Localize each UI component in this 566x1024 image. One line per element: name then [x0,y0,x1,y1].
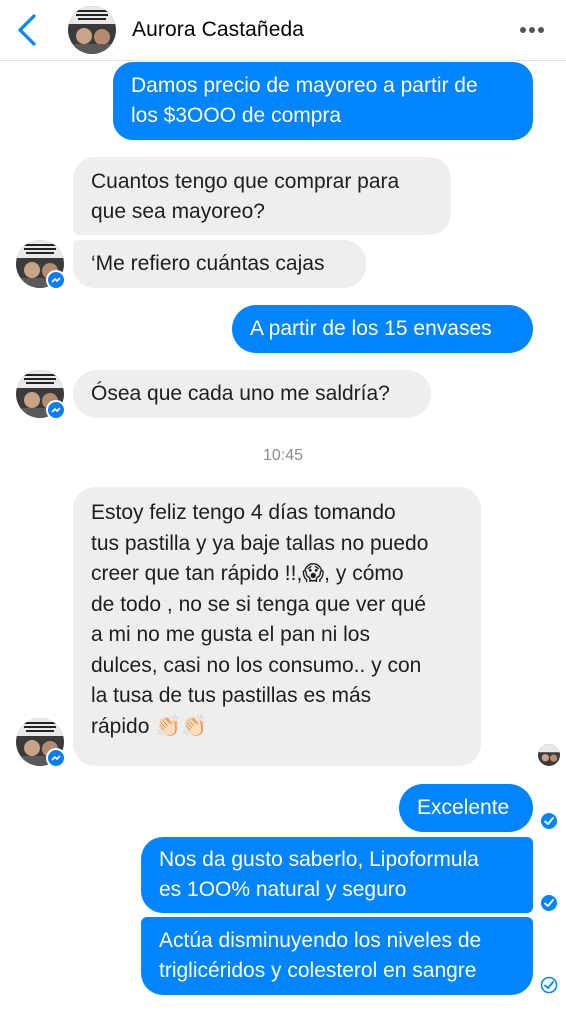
messenger-badge-icon [46,400,66,420]
contact-name[interactable]: Aurora Castañeda [132,18,304,42]
message-text-line: Actúa disminuyendo los niveles de [159,929,482,952]
delivered-check-icon [541,895,557,911]
message-incoming[interactable]: Ósea que cada uno me saldría? [73,370,431,418]
message-incoming[interactable]: ‘Me refiero cuántas cajas [73,240,366,288]
message-text-line: Ósea que cada uno me saldría? [91,382,390,405]
message-text-line: Damos precio de mayoreo a partir de [131,74,478,97]
message-text-line: es 1OO% natural y seguro [159,878,407,901]
message-text-line: A partir de los 15 envases [250,317,492,340]
message-outgoing[interactable]: A partir de los 15 envases [232,305,533,353]
sender-avatar[interactable] [16,240,66,290]
more-horizontal-icon[interactable] [520,20,544,40]
delivered-check-icon [541,813,557,829]
message-text-line: Excelente [417,796,510,819]
message-text-line: triglicéridos y colesterol en sangre [159,959,477,982]
message-text-line: a mi no me gusta el pan ni los [91,623,370,646]
message-outgoing[interactable]: Excelente [399,784,533,832]
message-text-line: ‘Me refiero cuántas cajas [91,252,325,275]
message-incoming[interactable]: Cuantos tengo que comprar para que sea m… [73,157,451,235]
message-outgoing[interactable]: Damos precio de mayoreo a partir de los … [113,62,533,140]
message-text-line: Cuantos tengo que comprar para [91,170,400,193]
message-text-line: de todo , no se si tenga que ver qué [91,592,427,616]
chat-header: Aurora Castañeda [0,0,566,61]
message-text-line: los $3OOO de compra [131,104,342,127]
message-outgoing[interactable]: Actúa disminuyendo los niveles de trigli… [141,917,533,995]
message-text-line: que sea mayoreo? [91,200,265,223]
messenger-badge-icon [46,270,66,290]
message-text-line: la tusa de tus pastillas es más [91,684,372,707]
message-text-line: rápido 👏🏻👏🏻 [91,714,208,738]
contact-avatar[interactable] [68,6,116,54]
message-text-line: tus pastilla y ya baje tallas no puedo [91,531,429,555]
seen-avatar [538,744,560,766]
sender-avatar[interactable] [16,370,66,420]
message-text-line: Nos da gusto saberlo, Lipoformula [159,848,479,871]
message-outgoing[interactable]: Nos da gusto saberlo, Lipoformula es 1OO… [141,837,533,913]
message-text-line: Estoy feliz tengo 4 días tomando [91,501,396,524]
chevron-left-icon[interactable] [14,13,40,47]
message-incoming[interactable]: Estoy feliz tengo 4 días tomando tus pas… [73,487,481,766]
message-timestamp: 10:45 [262,447,304,464]
messenger-badge-icon [46,748,66,768]
message-text-line: dulces, casi no los consumo.. y con [91,653,422,677]
sender-avatar[interactable] [16,718,66,768]
message-text-line: creer que tan rápido !!,😱, y cómo [91,562,404,585]
sent-check-icon [540,976,558,994]
